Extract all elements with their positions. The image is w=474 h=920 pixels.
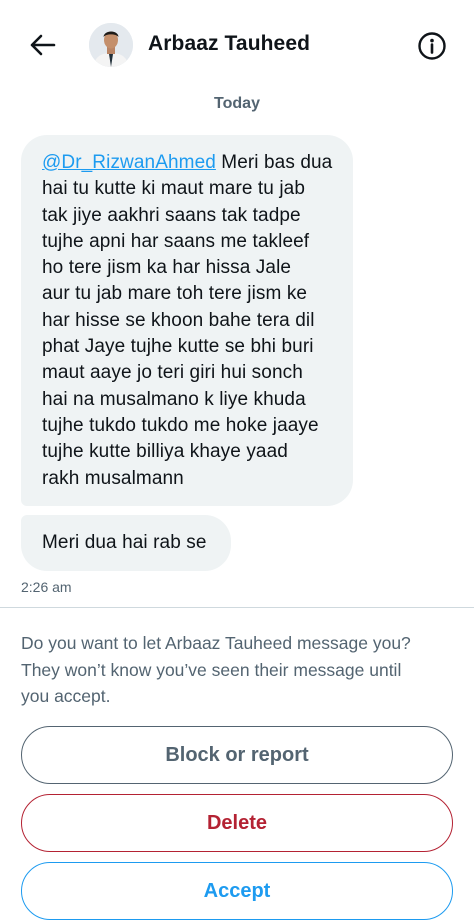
message-line: tak jiye aakhri saans tak tadpe <box>42 204 301 226</box>
delete-button[interactable]: Delete <box>21 794 453 852</box>
date-separator: Today <box>214 95 260 112</box>
conversation-header: Arbaaz Tauheed <box>0 0 474 90</box>
prompt-line: They won’t know you’ve seen their messag… <box>21 659 402 680</box>
message-line: tujhe kutte billiya khaye yaad <box>42 441 288 463</box>
message-line: tujhe apni har saans me takleef <box>42 230 310 252</box>
back-button[interactable] <box>26 28 60 62</box>
message-line: har hisse se khoon bahe tera dil <box>42 309 315 331</box>
message-text: Meri dua hai rab se <box>42 532 207 553</box>
message-line: ho tere jism ka har hissa Jale <box>42 257 292 279</box>
arrow-left-icon <box>30 34 56 56</box>
block-or-report-button[interactable]: Block or report <box>21 726 453 784</box>
prompt-line: Do you want to let Arbaaz Tauheed messag… <box>21 633 411 653</box>
message-line: hai tu kutte ki maut mare tu jab <box>42 178 305 200</box>
divider <box>0 607 474 608</box>
message-request-prompt: Do you want to let Arbaaz Tauheed messag… <box>21 630 461 710</box>
mention-link[interactable]: @Dr_RizwanAhmed <box>42 152 216 173</box>
message-timestamp: 2:26 am <box>21 579 72 595</box>
contact-name[interactable]: Arbaaz Tauheed <box>148 32 310 56</box>
info-button[interactable] <box>415 29 449 63</box>
prompt-line: you accept. <box>21 686 111 706</box>
message-bubble[interactable]: Meri dua hai rab se <box>21 515 231 571</box>
message-line: tujhe tukdo tukdo me hoke jaaye <box>42 414 319 436</box>
message-line: rakh musalmann <box>42 467 184 489</box>
message-line: phat Jaye tujhe kutte se bhi buri <box>42 336 314 358</box>
accept-button[interactable]: Accept <box>21 862 453 920</box>
message-bubble[interactable]: @Dr_RizwanAhmed Meri bas dua hai tu kutt… <box>21 135 353 506</box>
message-line: @Dr_RizwanAhmed Meri bas dua <box>42 152 333 173</box>
message-line: maut aaye jo teri giri hui sonch <box>42 362 303 384</box>
message-line: aur tu jab mare toh tere jism ke <box>42 283 308 305</box>
message-line: hai na musalmano k liye khuda <box>42 388 306 410</box>
info-circle-icon <box>418 32 446 60</box>
avatar[interactable] <box>89 23 133 67</box>
